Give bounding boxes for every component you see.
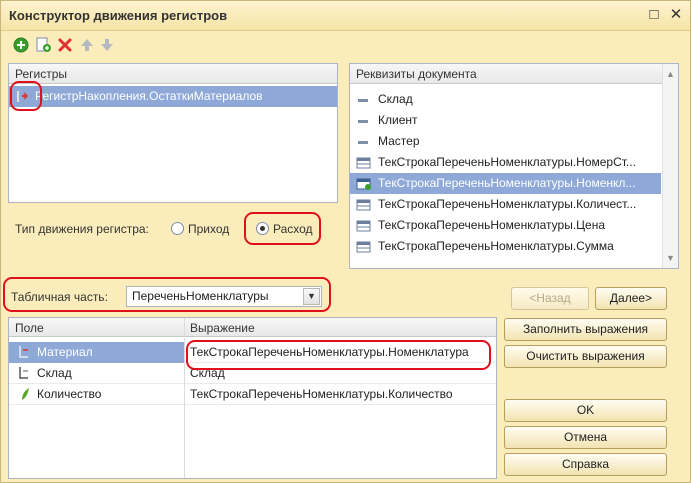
doc-attribute-label: Клиент — [378, 113, 418, 127]
registers-list: Регистры РегистрНакопления.ОстаткиМатери… — [8, 63, 338, 203]
doc-attribute-item[interactable]: Мастер — [350, 131, 661, 152]
highlight-register-icon — [10, 81, 42, 111]
field-cell[interactable]: Склад — [9, 363, 185, 384]
movement-type-label: Тип движения регистра: — [15, 222, 149, 236]
scroll-down-icon[interactable]: ▼ — [663, 250, 678, 266]
table-attribute-icon — [356, 177, 372, 194]
highlight-tabular-part — [3, 277, 331, 312]
column-separator — [184, 318, 185, 336]
doc-attribute-item[interactable]: ТекСтрокаПереченьНоменклатуры.Количест..… — [350, 194, 661, 215]
doc-attribute-label: ТекСтрокаПереченьНоменклатуры.Цена — [378, 218, 605, 232]
fields-table-header: Поле Выражение — [9, 318, 496, 337]
register-movement-constructor-window: Конструктор движения регистров □ ✕ Регис… — [0, 0, 691, 483]
doc-attribute-label: ТекСтрокаПереченьНоменклатуры.Номенкл... — [378, 176, 636, 190]
fill-expressions-button[interactable]: Заполнить выражения — [504, 318, 667, 341]
doc-attribute-label: Мастер — [378, 134, 420, 148]
doc-attribute-item[interactable]: Клиент — [350, 110, 661, 131]
attribute-icon — [356, 135, 370, 152]
window-title: Конструктор движения регистров — [9, 8, 228, 23]
scroll-up-icon[interactable]: ▲ — [663, 66, 678, 82]
column-expression[interactable]: Выражение — [190, 321, 255, 335]
restore-icon[interactable]: □ — [645, 5, 663, 25]
doc-attribute-label: Склад — [378, 92, 413, 106]
doc-attribute-item[interactable]: ТекСтрокаПереченьНоменклатуры.НомерСт... — [350, 152, 661, 173]
radio-income[interactable] — [171, 222, 184, 235]
expression-cell[interactable]: ТекСтрокаПереченьНоменклатуры.Количество — [190, 384, 494, 405]
field-cell[interactable]: Материал — [9, 342, 185, 363]
column-field[interactable]: Поле — [15, 321, 44, 335]
highlight-expression — [186, 340, 491, 370]
field-name: Материал — [37, 345, 93, 359]
doc-attributes-scrollbar[interactable]: ▲ ▼ — [662, 64, 678, 268]
register-item-label: РегистрНакопления.ОстаткиМатериалов — [35, 89, 263, 103]
doc-attribute-item[interactable]: ТекСтрокаПереченьНоменклатуры.Сумма — [350, 236, 661, 257]
doc-attribute-item[interactable]: ТекСтрокаПереченьНоменклатуры.Номенкл... — [350, 173, 661, 194]
cancel-button[interactable]: Отмена — [504, 426, 667, 449]
table-attribute-icon — [356, 219, 372, 236]
field-name: Склад — [37, 366, 72, 380]
table-attribute-icon — [356, 240, 372, 257]
document-attributes-list: Реквизиты документа Склад Клиент Мастер … — [349, 63, 679, 269]
registers-header: Регистры — [9, 64, 337, 84]
dimension-icon — [17, 366, 31, 384]
add-copy-icon[interactable] — [35, 37, 51, 53]
close-icon[interactable]: ✕ — [667, 5, 685, 25]
radio-income-label[interactable]: Приход — [188, 222, 229, 236]
table-attribute-icon — [356, 198, 372, 215]
move-up-icon[interactable] — [79, 37, 95, 53]
doc-attribute-label: ТекСтрокаПереченьНоменклатуры.Сумма — [378, 239, 614, 253]
doc-attribute-item[interactable]: ТекСтрокаПереченьНоменклатуры.Цена — [350, 215, 661, 236]
doc-attribute-label: ТекСтрокаПереченьНоменклатуры.НомерСт... — [378, 155, 636, 169]
resource-icon — [18, 387, 32, 405]
back-button[interactable]: <Назад — [511, 287, 589, 310]
next-button[interactable]: Далее> — [595, 287, 667, 310]
doc-attribute-item[interactable]: Склад — [350, 89, 661, 110]
register-item[interactable]: РегистрНакопления.ОстаткиМатериалов — [9, 86, 337, 107]
field-name: Количество — [37, 387, 102, 401]
delete-icon[interactable] — [57, 37, 73, 53]
help-button[interactable]: Справка — [504, 453, 667, 476]
ok-button[interactable]: OK — [504, 399, 667, 422]
move-down-icon[interactable] — [99, 37, 115, 53]
title-bar: Конструктор движения регистров □ ✕ — [1, 1, 690, 31]
table-row[interactable]: Количество ТекСтрокаПереченьНоменклатуры… — [9, 384, 496, 405]
clear-expressions-button[interactable]: Очистить выражения — [504, 345, 667, 368]
column-separator — [184, 338, 185, 478]
table-attribute-icon — [356, 156, 372, 173]
field-cell[interactable]: Количество — [9, 384, 185, 405]
dimension-icon — [17, 345, 31, 363]
attribute-icon — [356, 114, 370, 131]
attribute-icon — [356, 93, 370, 110]
doc-attributes-header: Реквизиты документа — [350, 64, 678, 84]
add-icon[interactable] — [13, 37, 29, 53]
highlight-expense-option — [244, 212, 321, 245]
doc-attribute-label: ТекСтрокаПереченьНоменклатуры.Количест..… — [378, 197, 637, 211]
